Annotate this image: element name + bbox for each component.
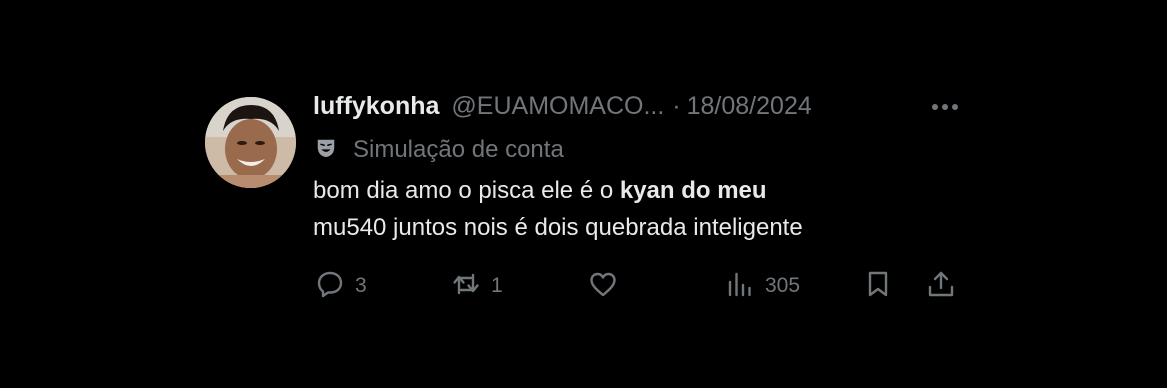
heart-icon (588, 269, 618, 304)
tweet-body: luffykonha @EUAMOMACO... · 18/08/2024 Si… (313, 92, 973, 246)
like-button[interactable] (588, 266, 618, 306)
reply-count: 3 (355, 274, 367, 297)
user-handle[interactable]: @EUAMOMACO... (451, 92, 664, 121)
tweet-text-line2: mu540 juntos nois é dois quebrada inteli… (313, 214, 803, 241)
reply-button[interactable]: 3 (315, 266, 367, 306)
more-icon[interactable] (930, 100, 960, 114)
theater-mask-icon (315, 137, 337, 164)
display-name[interactable]: luffykonha (313, 92, 439, 121)
tweet-date[interactable]: 18/08/2024 (687, 92, 812, 121)
views-count: 305 (765, 274, 801, 297)
tweet-text-part1: bom dia amo o pisca ele é o (313, 177, 620, 204)
views-button[interactable]: 305 (725, 266, 800, 306)
reply-icon (315, 269, 345, 304)
views-icon (725, 269, 755, 304)
tweet-actions: 3 1 305 (313, 266, 973, 306)
repost-icon (451, 269, 481, 304)
tweet-text: bom dia amo o pisca ele é o kyan do meu … (313, 172, 973, 246)
share-button[interactable] (926, 266, 956, 306)
separator-dot: · (672, 92, 681, 120)
bookmark-button[interactable] (863, 266, 893, 306)
repost-button[interactable]: 1 (451, 266, 503, 306)
share-icon (926, 269, 956, 304)
repost-count: 1 (491, 274, 503, 297)
tweet-header: luffykonha @EUAMOMACO... · 18/08/2024 (313, 92, 973, 130)
account-label-text: Simulação de conta (353, 136, 564, 163)
tweet-text-bold: kyan do meu (619, 177, 767, 204)
bookmark-icon (863, 269, 893, 304)
avatar[interactable] (205, 97, 296, 188)
account-label: Simulação de conta (315, 130, 973, 170)
